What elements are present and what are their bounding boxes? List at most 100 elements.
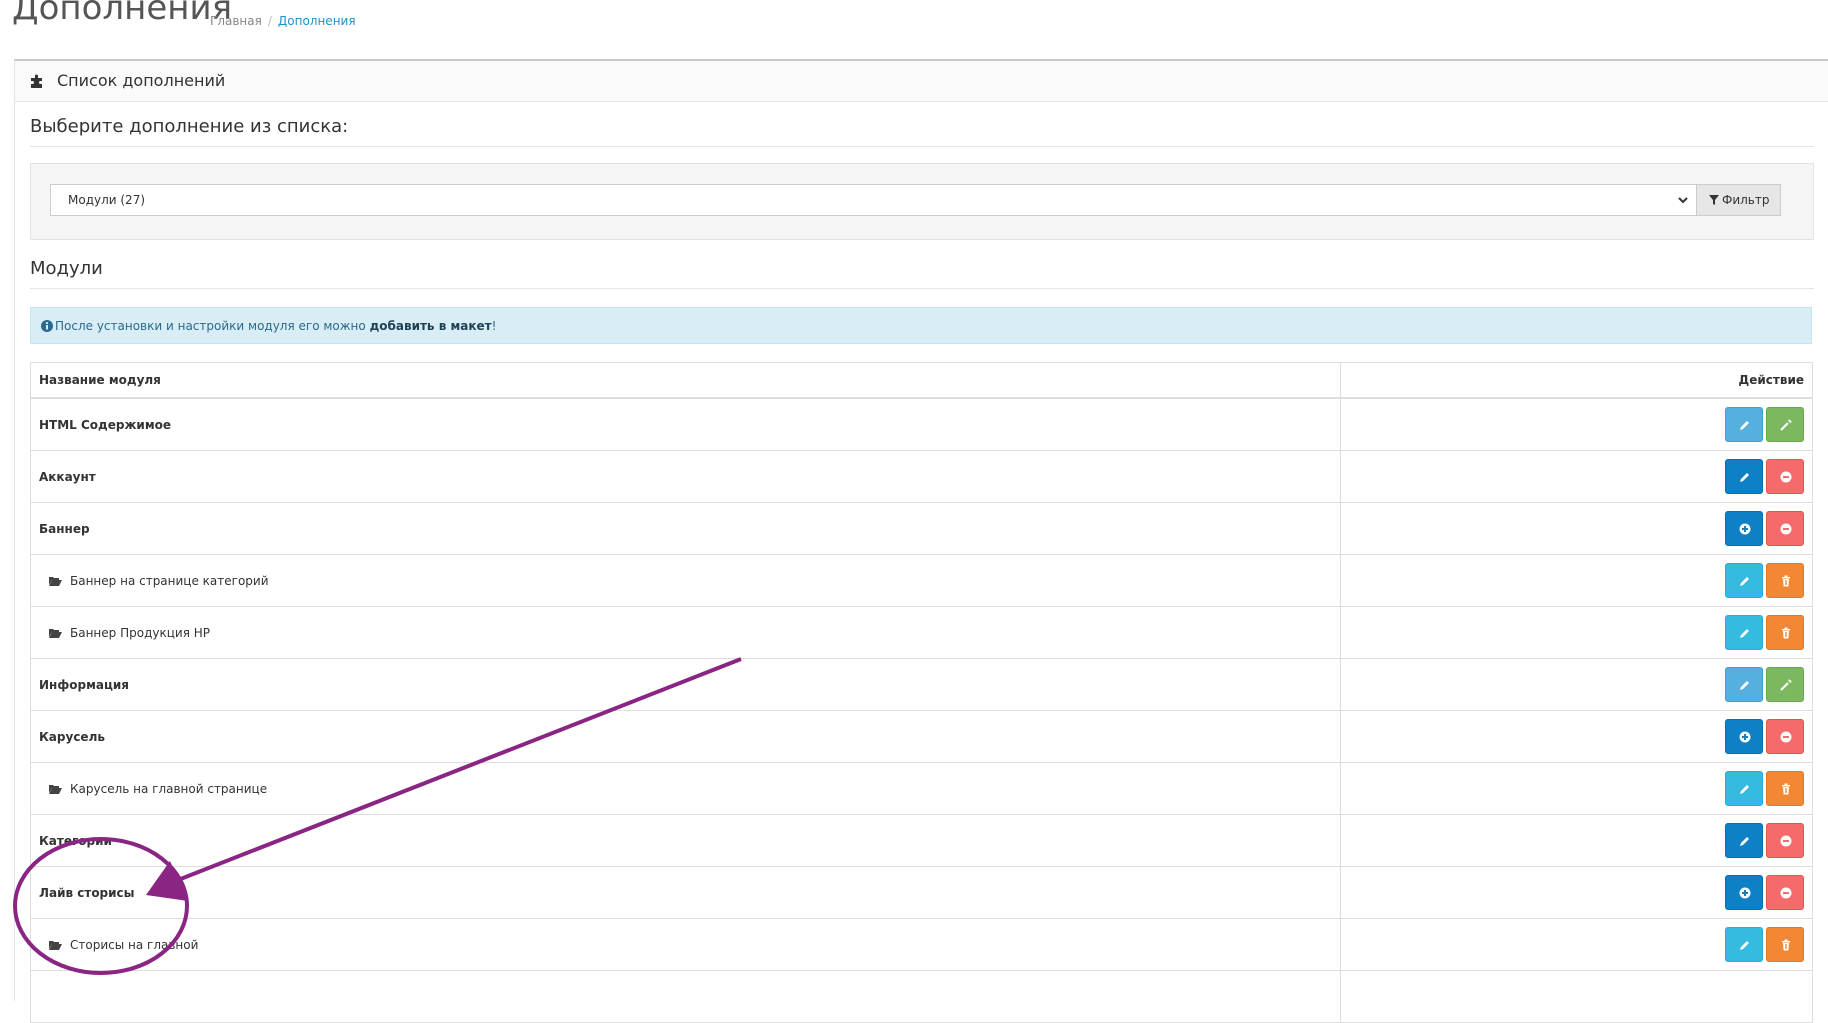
chevron-down-icon [1678,197,1688,204]
actions-cell [1340,658,1813,711]
edit-button[interactable] [1725,407,1763,442]
uninstall-button[interactable] [1766,459,1804,494]
module-name: HTML Содержимое [39,417,172,432]
actions-cell [1340,814,1813,867]
module-name-cell [30,970,1341,1023]
pencil-icon [1740,629,1749,638]
minus-circle-icon [1780,835,1792,847]
filter-button-label: Фильтр [1722,193,1770,207]
column-header-module-name: Название модуля [30,362,1341,399]
edit-button[interactable] [1725,823,1763,858]
table-row [30,970,1813,1023]
uninstall-button[interactable] [1766,511,1804,546]
module-name-cell: HTML Содержимое [30,397,1341,451]
modules-table: Название модуля Действие HTML Содержимое… [30,362,1813,1023]
module-name: Баннер [39,521,90,536]
pencil-icon [1740,837,1749,846]
module-name-cell: Информация [30,658,1341,711]
puzzle-icon [31,74,42,88]
filter-button[interactable]: Фильтр [1696,184,1781,216]
breadcrumb-home-link[interactable]: Главная [210,14,262,28]
plus-circle-icon [1739,887,1751,899]
module-name-cell: Категории [30,814,1341,867]
uninstall-button[interactable] [1766,719,1804,754]
extension-type-select[interactable]: Модули (27) [50,184,1696,216]
uninstall-button[interactable] [1766,823,1804,858]
trash-icon [1782,783,1790,795]
delete-button[interactable] [1766,771,1804,806]
magic-wand-icon [1780,679,1792,691]
extension-type-value: Модули (27) [68,193,146,207]
alert-text-after: ! [491,319,497,333]
info-alert: После установки и настройки модуля его м… [30,307,1812,344]
install-button[interactable] [1725,875,1763,910]
edit-design-button[interactable] [1766,407,1804,442]
edit-design-button[interactable] [1766,667,1804,702]
edit-button[interactable] [1725,771,1763,806]
table-row: Баннер Продукция HP [30,606,1813,659]
breadcrumb-extensions-link[interactable]: Дополнения [278,14,356,28]
trash-icon [1782,627,1790,639]
module-name-cell: Лайв сторисы [30,866,1341,919]
table-row: HTML Содержимое [30,397,1813,451]
page-title: Дополнения [12,0,233,28]
module-name: Лайв сторисы [39,885,135,900]
trash-icon [1782,939,1790,951]
edit-button[interactable] [1725,927,1763,962]
breadcrumb-separator: / [267,14,272,28]
table-row: Карусель на главной странице [30,762,1813,815]
minus-circle-icon [1780,523,1792,535]
delete-button[interactable] [1766,563,1804,598]
pencil-icon [1740,681,1749,690]
module-name-cell: Аккаунт [30,450,1341,503]
table-row: Категории [30,814,1813,867]
folder-open-icon [49,576,62,586]
module-name: Категории [39,833,112,848]
minus-circle-icon [1780,731,1792,743]
uninstall-button[interactable] [1766,875,1804,910]
module-name: Баннер Продукция HP [70,625,210,640]
edit-button[interactable] [1725,563,1763,598]
actions-cell [1340,606,1813,659]
table-row: Лайв сторисы [30,866,1813,919]
minus-circle-icon [1780,471,1792,483]
modules-title: Модули [30,258,103,279]
panel-heading: Список дополнений [15,61,1828,102]
alert-text-before: После установки и настройки модуля его м… [55,319,370,333]
edit-button[interactable] [1725,459,1763,494]
install-button[interactable] [1725,719,1763,754]
breadcrumb: Главная / Дополнения [210,14,356,28]
trash-icon [1782,575,1790,587]
minus-circle-icon [1780,887,1792,899]
panel-title: Список дополнений [57,71,226,90]
delete-button[interactable] [1766,615,1804,650]
folder-open-icon [49,784,62,794]
module-name-cell: Сторисы на главной [30,918,1341,971]
filter-well: Модули (27) Фильтр [30,163,1814,240]
module-name: Сторисы на главной [70,937,199,952]
actions-cell [1340,502,1813,555]
plus-circle-icon [1739,523,1751,535]
table-row: Баннер на странице категорий [30,554,1813,607]
choose-extension-text: Выберите дополнение из списка: [30,116,349,137]
edit-button[interactable] [1725,667,1763,702]
module-name-cell: Карусель [30,710,1341,763]
module-name: Баннер на странице категорий [70,573,269,588]
module-name: Карусель на главной странице [70,781,268,796]
folder-open-icon [49,940,62,950]
edit-button[interactable] [1725,615,1763,650]
actions-cell [1340,762,1813,815]
module-name: Карусель [39,729,105,744]
actions-cell [1340,397,1813,451]
actions-cell [1340,866,1813,919]
module-name-cell: Баннер на странице категорий [30,554,1341,607]
info-circle-icon [41,320,53,332]
install-button[interactable] [1725,511,1763,546]
add-to-layout-link[interactable]: добавить в макет [370,319,492,333]
table-row: Сторисы на главной [30,918,1813,971]
actions-cell [1340,970,1813,1023]
pencil-icon [1740,785,1749,794]
table-header-row: Название модуля Действие [30,362,1813,399]
delete-button[interactable] [1766,927,1804,962]
module-name: Аккаунт [39,469,96,484]
